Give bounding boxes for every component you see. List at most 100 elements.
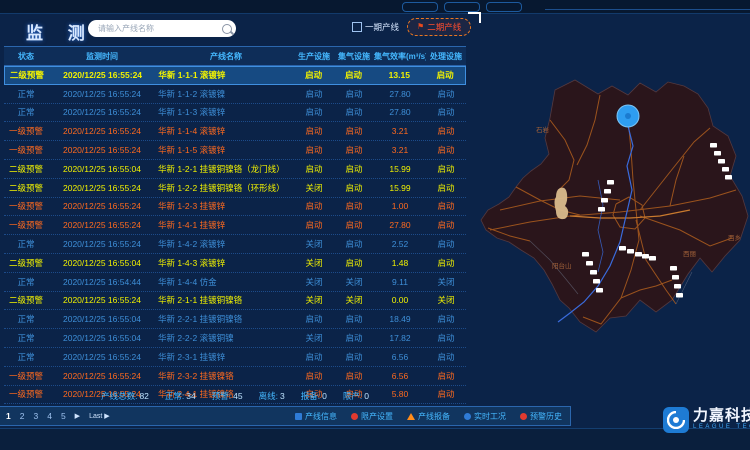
page-title: 监 测 xyxy=(26,19,95,44)
summary-value: 3 xyxy=(280,391,285,401)
summary-label: 预警: xyxy=(212,391,231,401)
cell-gas: 启动 xyxy=(334,313,374,325)
table-row[interactable]: 二级预警2020/12/25 16:55:04华新 1-2-1 挂镀铜镍铬（龙门… xyxy=(4,160,466,179)
page-button[interactable]: 4 xyxy=(47,411,52,421)
table-row[interactable]: 正常2020/12/25 16:54:44华新 1-4-4 仿金关闭关闭9.11… xyxy=(4,273,466,292)
table-row[interactable]: 二级预警2020/12/25 16:55:24华新 1-1-1 滚镀锌启动启动1… xyxy=(4,66,466,85)
cell-status: 一级预警 xyxy=(4,125,48,137)
cell-name: 华新 2-3-1 挂镀锌 xyxy=(156,351,294,363)
triangle-icon xyxy=(407,413,415,420)
legend-item-triangle[interactable]: 产线报备 xyxy=(407,411,450,422)
cell-status: 正常 xyxy=(4,238,48,250)
cell-status: 二级预警 xyxy=(4,257,48,269)
column-header: 监测时间 xyxy=(48,51,156,62)
page-button[interactable]: 2 xyxy=(20,411,25,421)
cell-treat: 启动 xyxy=(426,370,466,382)
next-page-button[interactable]: ▶ xyxy=(75,412,80,420)
cell-gas: 启动 xyxy=(334,257,374,269)
cell-prod: 关闭 xyxy=(294,276,334,288)
cell-time: 2020/12/25 16:55:04 xyxy=(48,164,156,174)
cell-gas: 启动 xyxy=(334,332,374,344)
cell-status: 一级预警 xyxy=(4,219,48,231)
cell-name: 华新 1-2-1 挂镀铜镍铬（龙门线） xyxy=(156,163,294,175)
cell-treat: 启动 xyxy=(426,182,466,194)
cell-eff: 1.48 xyxy=(374,258,426,268)
summary-value: 0 xyxy=(322,391,327,401)
cell-treat: 启动 xyxy=(426,163,466,175)
table-row[interactable]: 一级预警2020/12/25 16:55:24华新 1-4-1 挂镀锌启动启动2… xyxy=(4,216,466,235)
cell-eff: 2.52 xyxy=(374,239,426,249)
search-box[interactable] xyxy=(88,20,236,37)
cell-treat: 启动 xyxy=(426,144,466,156)
company-logo: 力嘉科技 LEAGUE TECH xyxy=(663,407,750,433)
top-decor-strip xyxy=(0,0,750,14)
flag-icon: ⚑ xyxy=(417,23,424,31)
cell-gas: 关闭 xyxy=(334,294,374,306)
phase-controls: 一期产线 ⚑ 二期产线 xyxy=(352,18,471,36)
cell-time: 2020/12/25 16:55:24 xyxy=(48,239,156,249)
cell-eff: 3.21 xyxy=(374,126,426,136)
cell-status: 一级预警 xyxy=(4,370,48,382)
cell-treat: 启动 xyxy=(426,238,466,250)
table-row[interactable]: 正常2020/12/25 16:55:04华新 2-2-1 挂镀铜镍铬启动启动1… xyxy=(4,310,466,329)
search-input[interactable] xyxy=(96,23,222,34)
cell-gas: 启动 xyxy=(334,219,374,231)
table-row[interactable]: 二级预警2020/12/25 16:55:24华新 2-1-1 挂镀铜镍铬关闭关… xyxy=(4,292,466,311)
last-page-button[interactable]: Last ▶ xyxy=(89,412,110,420)
cell-prod: 关闭 xyxy=(294,332,334,344)
alert-point-marker[interactable] xyxy=(617,105,639,127)
table-row[interactable]: 一级预警2020/12/25 16:55:24华新 1-1-5 滚镀锌启动启动3… xyxy=(4,141,466,160)
cell-name: 华新 1-1-3 滚镀锌 xyxy=(156,106,294,118)
decor-pill xyxy=(402,2,438,12)
phase1-checkbox[interactable]: 一期产线 xyxy=(352,21,399,33)
cell-gas: 启动 xyxy=(334,351,374,363)
search-icon[interactable] xyxy=(222,24,232,34)
table-row[interactable]: 一级预警2020/12/25 16:55:24华新 2-3-2 挂镀镍铬启动启动… xyxy=(4,367,466,386)
cell-prod: 关闭 xyxy=(294,294,334,306)
table-row[interactable]: 二级预警2020/12/25 16:55:24华新 1-2-2 挂镀铜镍铬（环形… xyxy=(4,179,466,198)
cell-name: 华新 1-4-2 滚镀锌 xyxy=(156,238,294,250)
table-row[interactable]: 一级预警2020/12/25 16:55:24华新 1-1-4 滚镀锌启动启动3… xyxy=(4,122,466,141)
cell-prod: 关闭 xyxy=(294,238,334,250)
phase2-label: 二期产线 xyxy=(427,21,461,33)
phase1-label: 一期产线 xyxy=(365,21,399,33)
decor-pill xyxy=(486,2,522,12)
logo-icon xyxy=(663,407,689,433)
cell-gas: 启动 xyxy=(334,106,374,118)
phase2-button[interactable]: ⚑ 二期产线 xyxy=(407,18,471,36)
summary-value: 45 xyxy=(233,391,242,401)
logo-subtitle: LEAGUE TECH xyxy=(693,424,750,430)
legend-item-square[interactable]: 产线信息 xyxy=(295,411,337,422)
cell-time: 2020/12/25 16:55:04 xyxy=(48,333,156,343)
page-button[interactable]: 1 xyxy=(6,411,11,421)
cell-prod: 启动 xyxy=(294,351,334,363)
table-row[interactable]: 正常2020/12/25 16:55:04华新 2-2-2 滚镀铜镍关闭启动17… xyxy=(4,329,466,348)
table-row[interactable]: 一级预警2020/12/25 16:55:24华新 1-2-3 挂镀锌启动启动1… xyxy=(4,198,466,217)
cell-treat: 启动 xyxy=(426,219,466,231)
cell-prod: 关闭 xyxy=(294,182,334,194)
legend-item-circle[interactable]: 限产设置 xyxy=(351,411,393,422)
cell-status: 二级预警 xyxy=(4,182,48,194)
cell-status: 一级预警 xyxy=(4,200,48,212)
table-row[interactable]: 正常2020/12/25 16:55:24华新 2-3-1 挂镀锌启动启动6.5… xyxy=(4,348,466,367)
cell-eff: 15.99 xyxy=(374,164,426,174)
column-header: 处理设施 xyxy=(426,51,466,62)
cell-name: 华新 1-4-1 挂镀锌 xyxy=(156,219,294,231)
corner-bracket-decor xyxy=(468,12,481,23)
cell-eff: 9.11 xyxy=(374,277,426,287)
cell-status: 正常 xyxy=(4,332,48,344)
district-map[interactable]: 石岩阳台山西丽西乡 xyxy=(470,50,750,450)
table-row[interactable]: 正常2020/12/25 16:55:24华新 1-4-2 滚镀锌关闭 启动2.5… xyxy=(4,235,466,254)
square-icon xyxy=(295,413,302,420)
cell-treat: 启动 xyxy=(425,69,465,81)
cell-name: 华新 2-2-1 挂镀铜镍铬 xyxy=(156,313,294,325)
cell-eff: 0.00 xyxy=(374,295,426,305)
cell-gas: 启动 xyxy=(334,163,374,175)
table-row[interactable]: 正常2020/12/25 16:55:24华新 1-1-2 滚镀镍启动启动27.… xyxy=(4,85,466,104)
table-row[interactable]: 正常2020/12/25 16:55:24华新 1-1-3 滚镀锌启动启动27.… xyxy=(4,104,466,123)
page-button[interactable]: 3 xyxy=(33,411,38,421)
cell-status: 正常 xyxy=(4,88,48,100)
page-button[interactable]: 5 xyxy=(61,411,66,421)
table-row[interactable]: 二级预警2020/12/25 16:55:04华新 1-4-3 滚镀锌关闭启动1… xyxy=(4,254,466,273)
checkbox-icon[interactable] xyxy=(352,22,362,32)
